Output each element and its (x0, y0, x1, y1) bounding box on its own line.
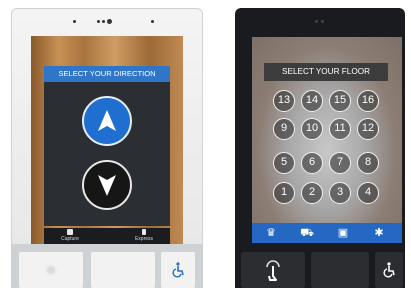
arrow-up-icon (98, 110, 116, 131)
physical-buttons (11, 244, 203, 288)
crown-icon[interactable]: ♛ (264, 226, 278, 240)
wheelchair-icon (172, 262, 184, 278)
gear-icon[interactable]: ✱ (372, 226, 386, 240)
sensor-button[interactable] (19, 252, 83, 288)
floor-button-3[interactable]: 3 (329, 182, 351, 204)
floor-button-8[interactable]: 8 (357, 152, 379, 174)
indicator-dot (97, 20, 100, 23)
touch-icon (266, 260, 280, 281)
indicator-dot (102, 20, 105, 23)
blank-button[interactable] (311, 252, 369, 288)
floor-button-6[interactable]: 6 (301, 152, 323, 174)
accessibility-button[interactable] (161, 252, 195, 288)
direction-title: SELECT YOUR DIRECTION (44, 66, 170, 82)
cart-icon[interactable]: ⛟ (300, 226, 314, 240)
floor-button-2[interactable]: 2 (301, 182, 323, 204)
indicator-dot (151, 20, 154, 23)
camera-lens (107, 19, 112, 24)
bottom-menu: Capture Express (44, 228, 170, 244)
elevator-panel-white: SELECT YOUR DIRECTION Capture Express (11, 8, 203, 288)
floor-button-9[interactable]: 9 (273, 118, 295, 140)
floor-button-10[interactable]: 10 (301, 118, 323, 140)
floor-button-16[interactable]: 16 (357, 90, 379, 112)
capture-icon (67, 229, 73, 235)
floor-button-1[interactable]: 1 (273, 182, 295, 204)
accessibility-button[interactable] (375, 252, 403, 288)
floor-button-7[interactable]: 7 (329, 152, 351, 174)
express-button[interactable]: Express (124, 229, 164, 242)
floor-button-12[interactable]: 12 (357, 118, 379, 140)
wheelchair-icon (383, 262, 395, 278)
indicator-dot (73, 20, 76, 23)
physical-buttons (235, 244, 405, 288)
blank-button[interactable] (91, 252, 155, 288)
express-icon (142, 229, 146, 235)
floor-button-11[interactable]: 11 (329, 118, 351, 140)
down-button[interactable] (82, 160, 132, 210)
floor-button-4[interactable]: 4 (357, 182, 379, 204)
indicator-dot (321, 20, 324, 23)
floor-title: SELECT YOUR FLOOR (264, 63, 388, 81)
elevator-panel-black: SELECT YOUR FLOOR 13 14 15 16 9 10 11 12… (235, 8, 405, 288)
book-icon[interactable]: ▣ (336, 226, 350, 240)
floor-button-13[interactable]: 13 (273, 90, 295, 112)
up-button[interactable] (82, 96, 132, 146)
capture-label: Capture (61, 236, 79, 242)
touch-button[interactable] (241, 252, 305, 288)
floor-button-14[interactable]: 14 (301, 90, 323, 112)
floor-screen: SELECT YOUR FLOOR 13 14 15 16 9 10 11 12… (252, 37, 402, 243)
indicator-dot (315, 20, 318, 23)
arrow-down-icon (98, 175, 116, 196)
sensor-icon (45, 264, 57, 276)
capture-button[interactable]: Capture (50, 229, 90, 242)
floor-button-5[interactable]: 5 (273, 152, 295, 174)
express-label: Express (134, 236, 154, 242)
icon-bar: ♛ ⛟ ▣ ✱ (252, 223, 402, 243)
floor-button-15[interactable]: 15 (329, 90, 351, 112)
wood-panel: SELECT YOUR DIRECTION Capture Express (31, 36, 183, 244)
direction-screen: SELECT YOUR DIRECTION (44, 66, 170, 226)
